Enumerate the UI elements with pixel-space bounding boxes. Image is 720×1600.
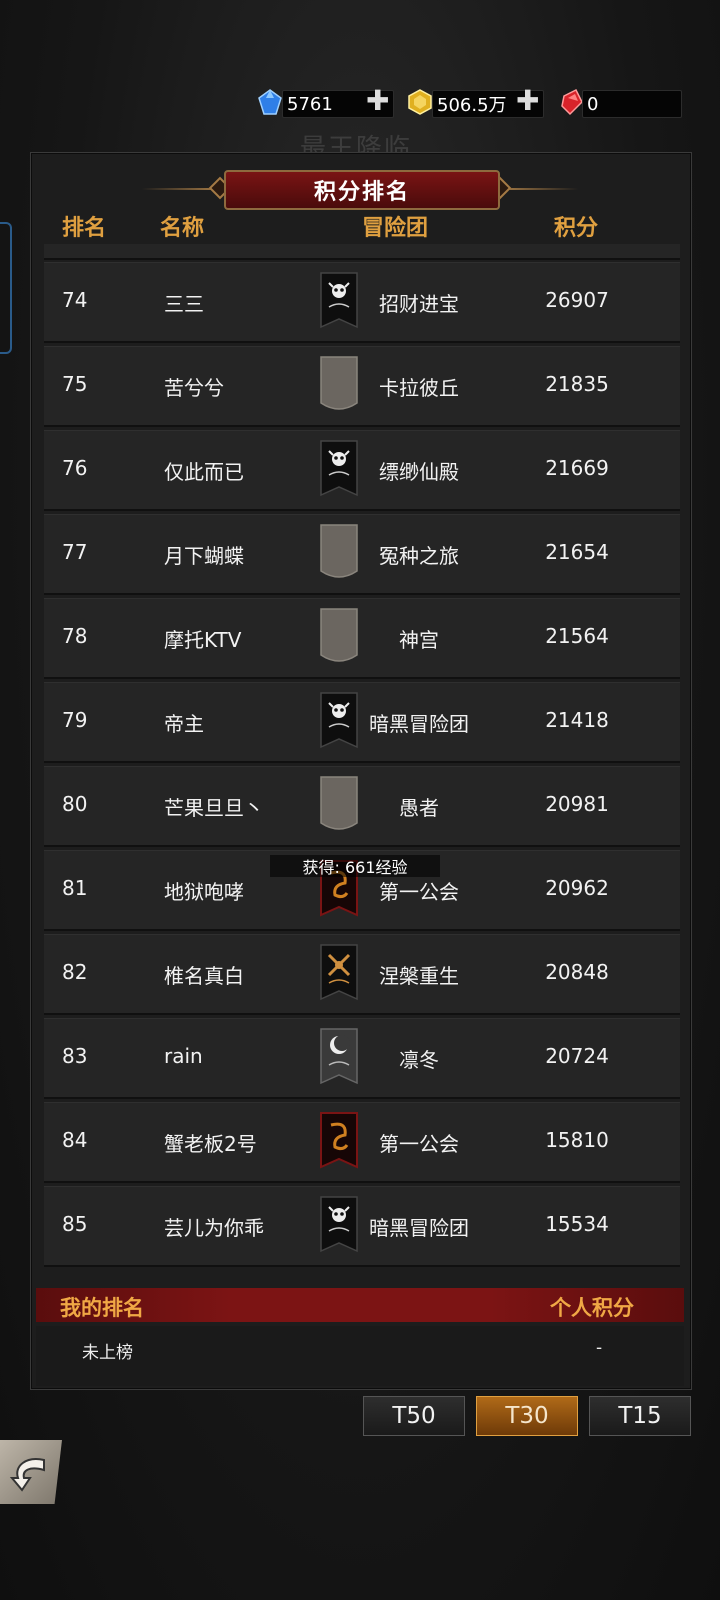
back-button[interactable] (0, 1440, 62, 1504)
blank-banner-icon (320, 776, 358, 830)
row-team-name: 愚者 (399, 796, 439, 820)
row-score: 21418 (545, 708, 609, 732)
my-rank-header: 我的排名 个人积分 (36, 1288, 684, 1322)
row-score: 20981 (545, 792, 609, 816)
moon-banner-icon (320, 1028, 358, 1085)
panel-title: 积分排名 (224, 170, 500, 210)
row-score: 21835 (545, 372, 609, 396)
row-rank: 74 (62, 288, 88, 312)
personal-score-label: 个人积分 (550, 1296, 634, 1320)
row-rank: 80 (62, 792, 88, 816)
ranking-row[interactable]: 85 芸儿为你乖 暗黑冒险团 15534 (44, 1186, 680, 1267)
row-score: 21654 (545, 540, 609, 564)
axe-banner-icon (320, 944, 358, 1001)
row-team-name: 卡拉彼丘 (379, 376, 459, 400)
ruby-value: 0 (582, 90, 682, 118)
row-team-name: 暗黑冒险团 (369, 1216, 469, 1240)
row-player-name: rain (164, 1044, 203, 1068)
ranking-row[interactable]: 80 芒果旦旦丶 愚者 20981 (44, 766, 680, 847)
gold-coin-icon (408, 89, 432, 115)
row-player-name: 芒果旦旦丶 (164, 796, 264, 820)
blank-banner-icon (320, 524, 358, 578)
blank-banner-icon (320, 356, 358, 410)
row-team-name: 暗黑冒险团 (369, 712, 469, 736)
row-team-name: 缥缈仙殿 (379, 460, 459, 484)
row-score: 21564 (545, 624, 609, 648)
row-rank: 76 (62, 456, 88, 480)
row-player-name: 帝主 (164, 712, 204, 736)
side-tab-edge[interactable] (0, 222, 12, 354)
row-player-name: 摩托KTV (164, 628, 242, 652)
row-team-name: 冤种之旅 (379, 544, 459, 568)
skull-banner-icon (320, 1196, 358, 1253)
scrolled-row-fragment (44, 244, 680, 260)
add-gold-button[interactable]: ✚ (516, 87, 539, 115)
row-rank: 77 (62, 540, 88, 564)
my-rank-row: 未上榜 - (36, 1326, 684, 1386)
row-score: 20724 (545, 1044, 609, 1068)
column-header-team: 冒险团 (362, 216, 429, 241)
ranking-row[interactable]: 76 仅此而已 缥缈仙殿 21669 (44, 430, 680, 511)
column-header-score: 积分 (554, 216, 599, 241)
ranking-row[interactable]: 77 月下蝴蝶 冤种之旅 21654 (44, 514, 680, 595)
row-rank: 83 (62, 1044, 88, 1068)
row-player-name: 苦兮兮 (164, 376, 224, 400)
row-player-name: 椎名真白 (164, 964, 244, 988)
row-player-name: 芸儿为你乖 (164, 1216, 264, 1240)
dragon-banner-icon (320, 1112, 358, 1169)
ranking-row[interactable]: 83 rain 凛冬 20724 (44, 1018, 680, 1099)
return-arrow-icon (9, 1458, 45, 1492)
row-team-name: 涅槃重生 (379, 964, 459, 988)
row-score: 15534 (545, 1212, 609, 1236)
row-score: 20848 (545, 960, 609, 984)
exp-gain-toast: 获得: 661经验 (270, 855, 440, 877)
my-rank-label: 我的排名 (60, 1296, 144, 1320)
row-player-name: 三三 (164, 292, 204, 316)
tier-t50-button[interactable]: T50 (363, 1396, 465, 1436)
row-score: 20962 (545, 876, 609, 900)
title-line-left (142, 188, 218, 190)
blue-gem-icon (258, 89, 282, 115)
row-rank: 75 (62, 372, 88, 396)
column-header-name: 名称 (160, 216, 205, 241)
row-team-name: 神宫 (399, 628, 439, 652)
row-rank: 84 (62, 1128, 88, 1152)
row-rank: 81 (62, 876, 88, 900)
ranking-row[interactable]: 78 摩托KTV 神宫 21564 (44, 598, 680, 679)
row-player-name: 地狱咆哮 (164, 880, 244, 904)
row-team-name: 第一公会 (379, 880, 459, 904)
ranking-row[interactable]: 79 帝主 暗黑冒险团 21418 (44, 682, 680, 763)
column-header-rank: 排名 (62, 216, 107, 241)
skull-banner-icon (320, 692, 358, 749)
ranking-row[interactable]: 75 苦兮兮 卡拉彼丘 21835 (44, 346, 680, 427)
row-rank: 85 (62, 1212, 88, 1236)
ranking-row[interactable]: 82 椎名真白 涅槃重生 20848 (44, 934, 680, 1015)
row-player-name: 蟹老板2号 (164, 1132, 257, 1156)
ranking-row[interactable]: 84 蟹老板2号 第一公会 15810 (44, 1102, 680, 1183)
row-player-name: 仅此而已 (164, 460, 244, 484)
skull-banner-icon (320, 272, 358, 329)
title-line-right (502, 188, 578, 190)
row-rank: 82 (62, 960, 88, 984)
row-score: 26907 (545, 288, 609, 312)
row-score: 21669 (545, 456, 609, 480)
row-score: 15810 (545, 1128, 609, 1152)
tier-t30-button[interactable]: T30 (476, 1396, 578, 1436)
skull-banner-icon (320, 440, 358, 497)
row-team-name: 凛冬 (399, 1048, 439, 1072)
blank-banner-icon (320, 608, 358, 662)
row-team-name: 招财进宝 (379, 292, 459, 316)
row-player-name: 月下蝴蝶 (164, 544, 244, 568)
panel-title-bar: 积分排名 (0, 168, 720, 210)
my-rank-value: 未上榜 (82, 1343, 133, 1363)
my-score-value: - (596, 1338, 603, 1358)
ranking-row[interactable]: 74 三三 招财进宝 26907 (44, 262, 680, 343)
row-rank: 79 (62, 708, 88, 732)
row-rank: 78 (62, 624, 88, 648)
add-diamond-button[interactable]: ✚ (366, 87, 389, 115)
tier-t15-button[interactable]: T15 (589, 1396, 691, 1436)
row-team-name: 第一公会 (379, 1132, 459, 1156)
